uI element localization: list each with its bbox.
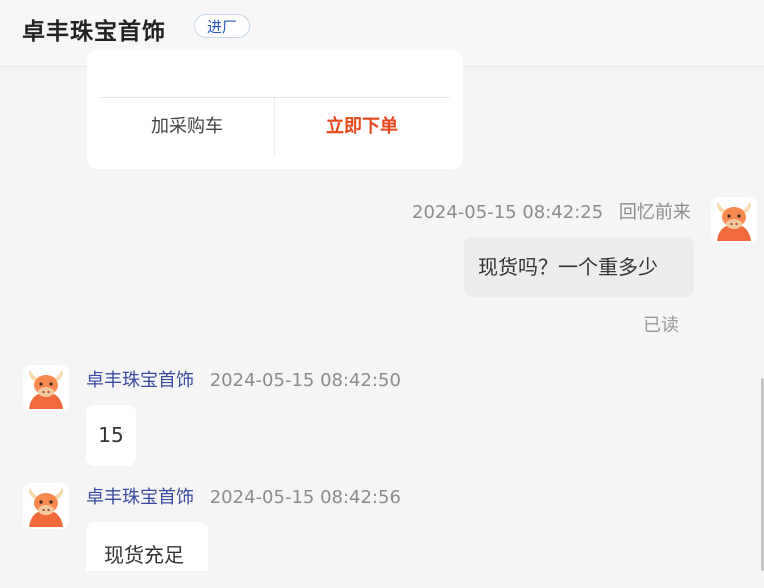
message-bubble[interactable]: 现货吗？一个重多少 <box>464 237 694 297</box>
order-now-button[interactable]: 立即下单 <box>275 98 449 156</box>
avatar-icon[interactable] <box>23 483 69 529</box>
shop-name-title: 卓丰珠宝首饰 <box>22 19 166 45</box>
order-card: 加采购车 立即下单 <box>87 50 463 169</box>
message-sender[interactable]: 卓丰珠宝首饰 <box>86 370 194 391</box>
message-meta: 卓丰珠宝首饰 2024-05-15 08:42:50 <box>86 366 401 392</box>
message-timestamp: 2024-05-15 08:42:25 <box>412 202 604 223</box>
avatar-icon[interactable] <box>23 365 69 411</box>
message-bubble[interactable]: 现货充足 <box>86 522 208 571</box>
message-timestamp: 2024-05-15 08:42:56 <box>209 487 401 508</box>
message-sender[interactable]: 卓丰珠宝首饰 <box>86 487 194 508</box>
read-status: 已读 <box>643 315 679 336</box>
message-meta: 2024-05-15 08:42:25 回忆前来 <box>412 198 691 224</box>
add-to-cart-button[interactable]: 加采购车 <box>100 98 274 156</box>
message-timestamp: 2024-05-15 08:42:50 <box>209 370 401 391</box>
message-sender: 回忆前来 <box>618 202 691 223</box>
message-bubble[interactable]: 15 <box>86 405 136 466</box>
message-meta: 卓丰珠宝首饰 2024-05-15 08:42:56 <box>86 483 401 509</box>
avatar-icon[interactable] <box>711 197 757 243</box>
enter-factory-badge[interactable]: 进厂 <box>194 14 251 38</box>
